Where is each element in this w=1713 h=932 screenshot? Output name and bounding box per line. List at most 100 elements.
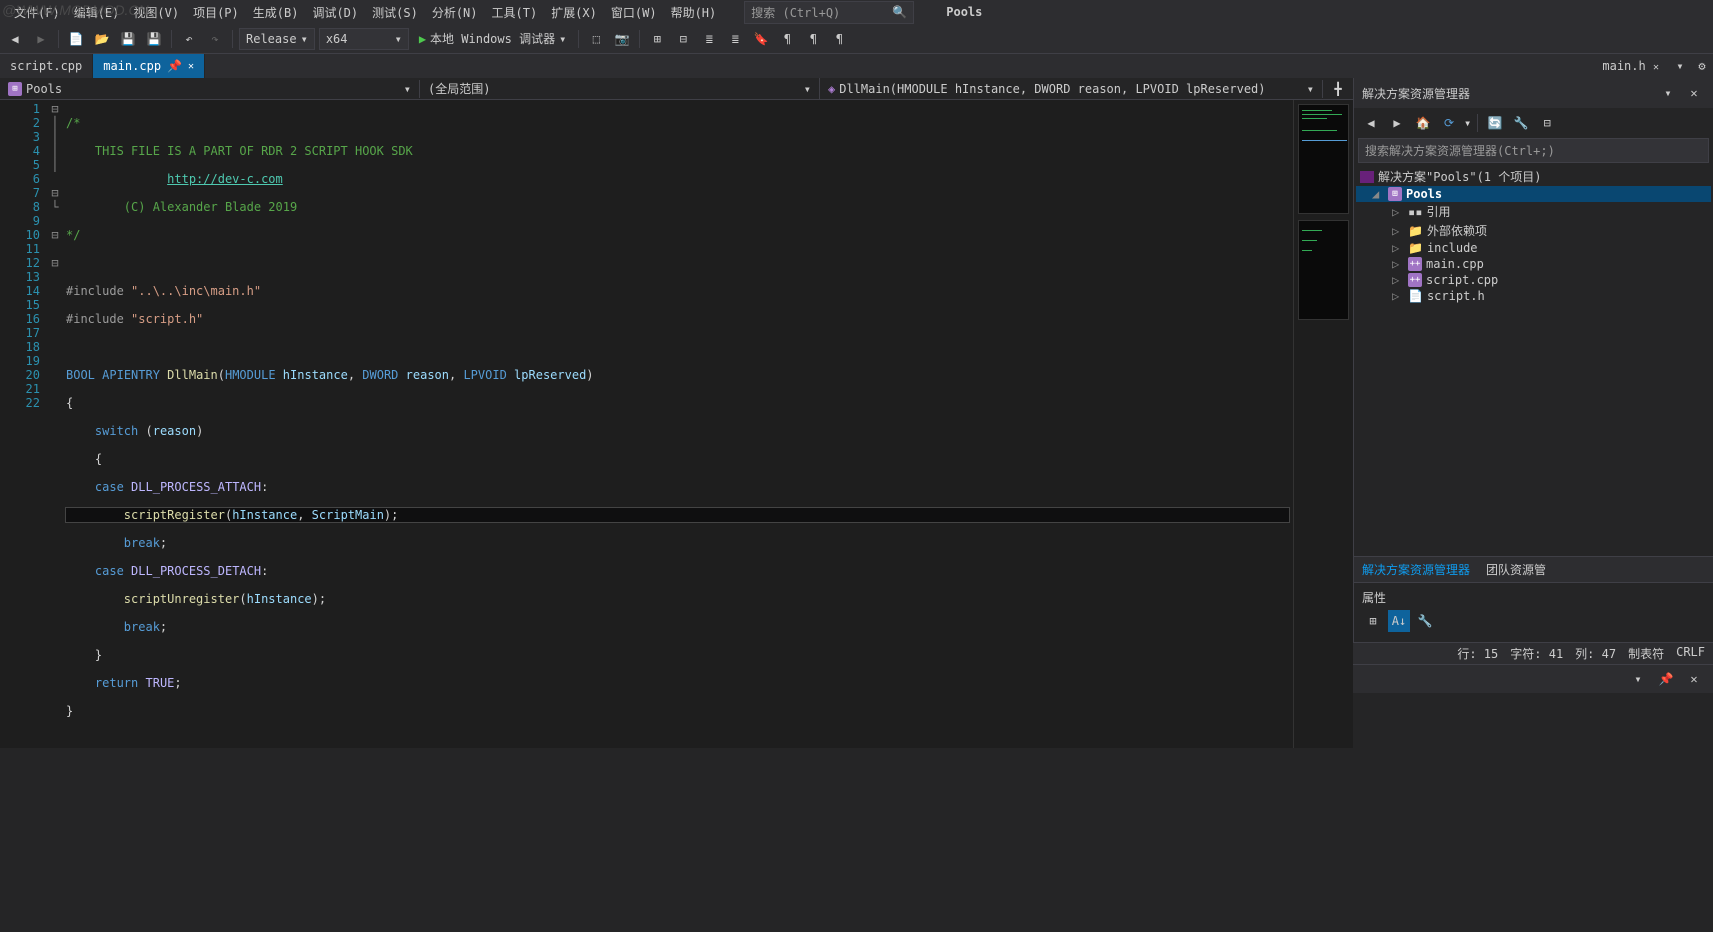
project-node[interactable]: ◢⊞Pools [1356,186,1711,202]
tab-dropdown-icon[interactable]: ▾ [1669,55,1691,77]
current-line[interactable]: scriptRegister(hInstance, ScriptMain); [66,508,1289,522]
close-panel-icon[interactable]: ✕ [1683,82,1705,104]
nav-fwd-button[interactable]: ▶ [30,28,52,50]
fwd-icon[interactable]: ▶ [1386,112,1408,134]
tb-icon-3[interactable]: ⊞ [646,28,668,50]
refs-icon: ▪▪ [1408,205,1422,219]
folder-icon: 📁 [1408,241,1423,255]
menu-tools[interactable]: 工具(T) [486,2,544,23]
menu-help[interactable]: 帮助(H) [665,2,723,23]
code-content[interactable]: /* THIS FILE IS A PART OF RDR 2 SCRIPT H… [62,100,1293,748]
menu-extensions[interactable]: 扩展(X) [545,2,603,23]
menu-project[interactable]: 项目(P) [187,2,245,23]
header-file-icon: 📄 [1408,289,1423,303]
pin-panel-icon[interactable]: ▾ [1657,82,1679,104]
tb-icon-8[interactable]: ¶ [802,28,824,50]
properties-icon[interactable]: 🔧 [1510,112,1532,134]
expand-icon[interactable]: ◢ [1372,187,1384,201]
tb-icon-2[interactable]: 📷 [611,28,633,50]
tree-references[interactable]: ▷▪▪引用 [1356,202,1711,221]
close-icon[interactable]: ✕ [1653,62,1659,73]
menu-analyze[interactable]: 分析(N) [426,2,484,23]
home-icon[interactable]: 🏠 [1412,112,1434,134]
panel-close-icon[interactable]: ✕ [1683,668,1705,690]
tb-icon-5[interactable]: ≣ [698,28,720,50]
deps-icon: 📁 [1408,224,1423,238]
cpp-icon: ⊞ [8,82,22,96]
tb-icon-1[interactable]: ⬚ [585,28,607,50]
tree-main-cpp[interactable]: ▷++main.cpp [1356,256,1711,272]
props-sort-icon[interactable]: A↓ [1388,610,1410,632]
tab-solution-explorer[interactable]: 解决方案资源管理器 [1354,557,1478,582]
tab-main-h[interactable]: main.h ✕ [1592,56,1669,76]
solution-tree: 解决方案"Pools"(1 个项目) ◢⊞Pools ▷▪▪引用 ▷📁外部依赖项… [1354,163,1713,556]
tb-icon-4[interactable]: ⊟ [672,28,694,50]
status-line[interactable]: 行: 15 [1457,645,1498,662]
nav-project-dropdown[interactable]: ⊞Pools▾ [0,80,420,98]
pin-icon[interactable]: 📌 [167,59,182,73]
nav-add-button[interactable]: ╋ [1323,82,1353,96]
save-button[interactable]: 💾 [117,28,139,50]
search-input[interactable]: 搜索 (Ctrl+Q) 🔍 [744,1,914,24]
status-tabs[interactable]: 制表符 [1628,645,1664,662]
status-col[interactable]: 列: 47 [1575,645,1616,662]
undo-button[interactable]: ↶ [178,28,200,50]
search-icon: 🔍 [892,5,907,19]
explorer-search[interactable]: 搜索解决方案资源管理器(Ctrl+;) [1358,138,1709,163]
play-icon: ▶ [419,32,426,46]
fold-gutter[interactable]: ⊟││││⊟└⊟⊟ [48,100,62,748]
panel-pin-icon[interactable]: 📌 [1655,668,1677,690]
menu-window[interactable]: 窗口(W) [605,2,663,23]
menu-build[interactable]: 生成(B) [247,2,305,23]
toolbar: ◀ ▶ 📄 📂 💾 💾 ↶ ↷ Release▾ x64▾ ▶本地 Window… [0,24,1713,54]
run-debugger-button[interactable]: ▶本地 Windows 调试器▾ [413,28,573,49]
menu-bar: 文件(F) 编辑(E) 视图(V) 项目(P) 生成(B) 调试(D) 测试(S… [0,0,1713,24]
collapse-icon[interactable]: ⊟ [1536,112,1558,134]
tb-icon-7[interactable]: ¶ [776,28,798,50]
props-pages-icon[interactable]: 🔧 [1414,610,1436,632]
nav-back-button[interactable]: ◀ [4,28,26,50]
minimap[interactable] [1293,100,1353,748]
new-button[interactable]: 📄 [65,28,87,50]
panel-dropdown-icon[interactable]: ▾ [1627,668,1649,690]
redo-button[interactable]: ↷ [204,28,226,50]
tree-external-deps[interactable]: ▷📁外部依赖项 [1356,221,1711,240]
watermark-text: @WWW.MODMOD.CN [2,2,149,18]
sync-icon[interactable]: ⟳ [1438,112,1460,134]
search-placeholder: 搜索 (Ctrl+Q) [751,4,840,21]
tree-script-cpp[interactable]: ▷++script.cpp [1356,272,1711,288]
status-char[interactable]: 字符: 41 [1510,645,1563,662]
properties-panel: 属性 ⊞ A↓ 🔧 [1354,582,1713,642]
tab-settings-icon[interactable]: ⚙ [1691,55,1713,77]
tab-bar: script.cpp main.cpp📌✕ main.h ✕ ▾ ⚙ [0,54,1713,78]
code-nav-bar: ⊞Pools▾ (全局范围)▾ ◈DllMain(HMODULE hInstan… [0,78,1353,100]
cpp-file-icon: ++ [1408,273,1422,287]
tb-icon-6[interactable]: ≣ [724,28,746,50]
menu-test[interactable]: 测试(S) [366,2,424,23]
open-button[interactable]: 📂 [91,28,113,50]
tb-icon-9[interactable]: ¶ [828,28,850,50]
tab-team-explorer[interactable]: 团队资源管 [1478,557,1554,582]
platform-dropdown[interactable]: x64▾ [319,28,409,50]
line-gutter: 12345678910111213141516171819202122 [0,100,48,748]
code-editor[interactable]: 12345678910111213141516171819202122 ⊟│││… [0,100,1353,748]
tb-bookmark[interactable]: 🔖 [750,28,772,50]
cpp-file-icon: ++ [1408,257,1422,271]
back-icon[interactable]: ◀ [1360,112,1382,134]
solution-node[interactable]: 解决方案"Pools"(1 个项目) [1356,167,1711,186]
close-tab-icon[interactable]: ✕ [188,61,194,72]
tree-script-h[interactable]: ▷📄script.h [1356,288,1711,304]
menu-debug[interactable]: 调试(D) [306,2,364,23]
solution-explorer: 解决方案资源管理器 ▾ ✕ ◀ ▶ 🏠 ⟳ ▾ 🔄 🔧 ⊟ 搜索解决方案资源管理… [1353,78,1713,642]
nav-symbol-dropdown[interactable]: ◈DllMain(HMODULE hInstance, DWORD reason… [820,80,1323,98]
nav-scope-dropdown[interactable]: (全局范围)▾ [420,78,820,99]
status-eol[interactable]: CRLF [1676,645,1705,662]
tree-include[interactable]: ▷📁include [1356,240,1711,256]
tab-script-cpp[interactable]: script.cpp [0,54,93,78]
props-cat-icon[interactable]: ⊞ [1362,610,1384,632]
config-dropdown[interactable]: Release▾ [239,28,315,50]
show-all-icon[interactable]: 🔄 [1484,112,1506,134]
explorer-toolbar: ◀ ▶ 🏠 ⟳ ▾ 🔄 🔧 ⊟ [1354,108,1713,138]
save-all-button[interactable]: 💾 [143,28,165,50]
tab-main-cpp[interactable]: main.cpp📌✕ [93,54,205,78]
